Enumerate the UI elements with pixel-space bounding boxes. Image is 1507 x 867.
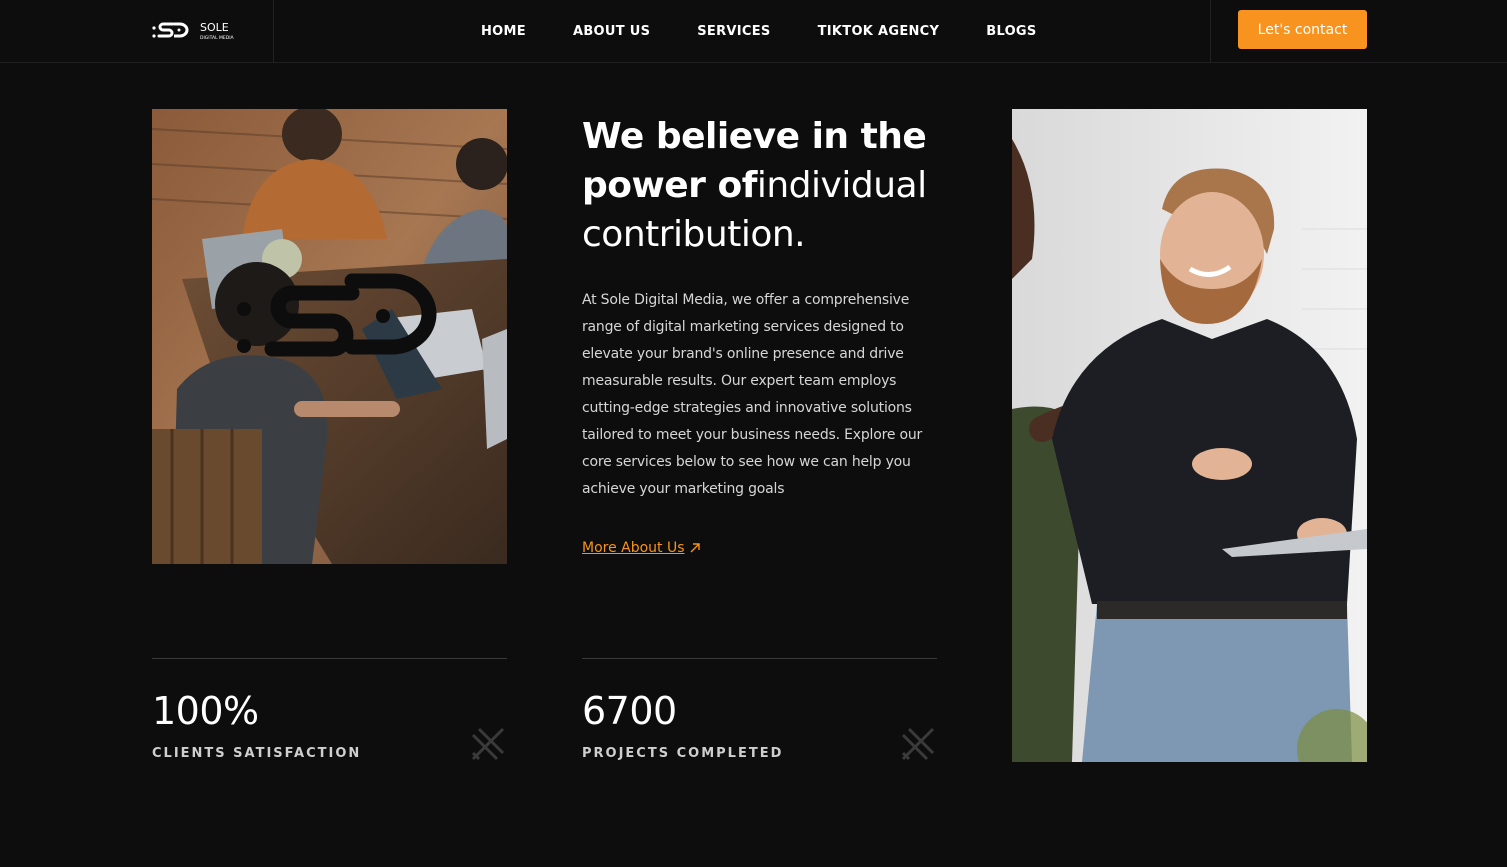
arrow-up-right-icon <box>690 543 700 553</box>
more-about-us-label: More About Us <box>582 540 685 556</box>
section-headline: We believe in the power ofindividual con… <box>582 112 942 259</box>
nav-item-services[interactable]: SERVICES <box>697 24 770 39</box>
about-description: At Sole Digital Media, we offer a compre… <box>582 292 923 497</box>
stat-value: 100% <box>152 689 259 733</box>
team-working-photo <box>152 109 507 564</box>
site-logo[interactable]: SOLE DIGITAL MEDIA <box>152 20 248 42</box>
logo-text: SOLE <box>200 21 229 34</box>
lets-contact-button[interactable]: Let's contact <box>1238 10 1367 49</box>
page: SOLE DIGITAL MEDIA HOME ABOUT US SERVICE… <box>0 0 1507 867</box>
more-about-us-link[interactable]: More About Us <box>582 540 701 556</box>
smiling-man-photo <box>1012 109 1367 762</box>
main-nav: HOME ABOUT US SERVICES TIKTOK AGENCY BLO… <box>481 0 1037 62</box>
header-divider <box>1210 0 1211 62</box>
site-header: SOLE DIGITAL MEDIA HOME ABOUT US SERVICE… <box>0 0 1507 63</box>
logo-subtext: DIGITAL MEDIA <box>200 35 235 41</box>
stat-clients-satisfaction: 100% CLIENTS SATISFACTION <box>152 658 507 763</box>
stat-label: PROJECTS COMPLETED <box>582 746 784 761</box>
stat-projects-completed: 6700 PROJECTS COMPLETED <box>582 658 937 763</box>
pen-ruler-icon <box>901 727 935 761</box>
pen-ruler-icon <box>471 727 505 761</box>
header-divider <box>273 0 274 62</box>
stat-value: 6700 <box>582 689 677 733</box>
nav-item-tiktok-agency[interactable]: TIKTOK AGENCY <box>818 24 940 39</box>
nav-item-home[interactable]: HOME <box>481 24 526 39</box>
stat-label: CLIENTS SATISFACTION <box>152 746 362 761</box>
nav-item-blogs[interactable]: BLOGS <box>986 24 1036 39</box>
nav-item-about-us[interactable]: ABOUT US <box>573 24 650 39</box>
